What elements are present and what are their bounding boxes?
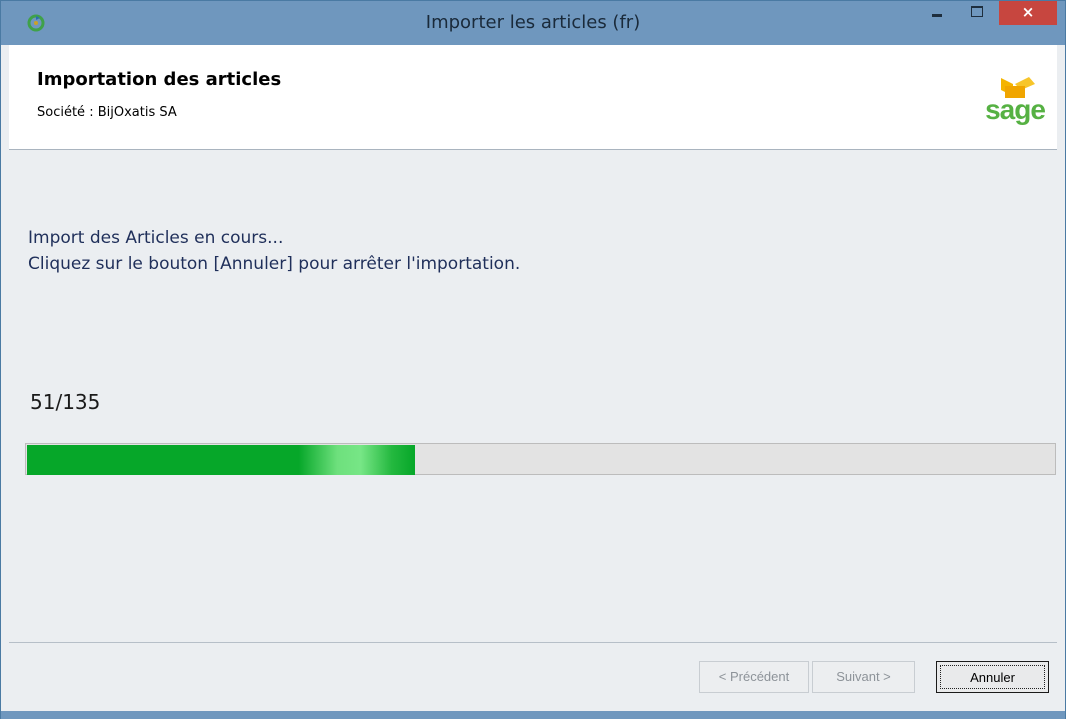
close-icon[interactable]: ×: [999, 1, 1057, 25]
previous-button[interactable]: < Précédent: [699, 661, 809, 693]
page-title: Importation des articles: [37, 69, 282, 90]
next-button[interactable]: Suivant >: [812, 661, 915, 693]
wizard-content: Import des Articles en cours... Cliquez …: [9, 150, 1057, 642]
minimize-icon[interactable]: [924, 1, 954, 25]
title-bar[interactable]: Importer les articles (fr) ×: [1, 1, 1065, 45]
cancel-button-label: Annuler: [940, 665, 1045, 689]
instruction-message: Cliquez sur le bouton [Annuler] pour arr…: [28, 254, 521, 274]
logo-text: sage: [985, 94, 1046, 125]
status-message: Import des Articles en cours...: [28, 228, 284, 248]
company-label: Société : BijOxatis SA: [37, 105, 177, 120]
sage-logo: sage: [979, 76, 1051, 134]
wizard-header: Importation des articles Société : BijOx…: [9, 45, 1057, 150]
window-frame-bottom: [1, 711, 1065, 719]
wizard-footer: < Précédent Suivant > Annuler: [9, 643, 1057, 711]
maximize-icon[interactable]: [962, 1, 992, 25]
progress-bar: [25, 443, 1056, 475]
progress-fill: [27, 445, 415, 475]
cancel-button[interactable]: Annuler: [936, 661, 1049, 693]
progress-counter: 51/135: [30, 390, 101, 414]
import-window: Importer les articles (fr) × Importation…: [0, 0, 1066, 719]
window-title: Importer les articles (fr): [425, 12, 641, 33]
